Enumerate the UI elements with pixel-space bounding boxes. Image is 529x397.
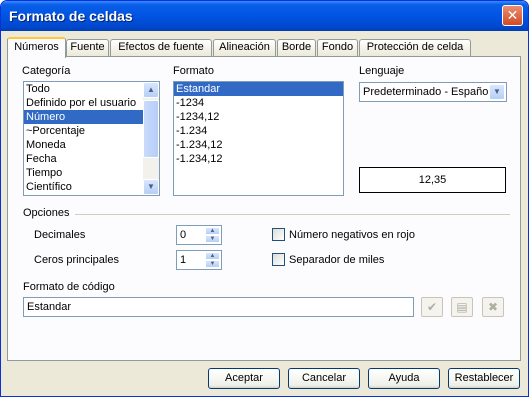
reset-button[interactable]: Restablecer <box>448 368 520 389</box>
tab-label: Fondo <box>321 41 354 53</box>
tab-fondo[interactable]: Fondo <box>317 39 358 56</box>
comment-icon: ▤ <box>456 300 468 314</box>
lenguaje-value: Predeterminado - Español <box>363 86 491 98</box>
close-icon: ✕ <box>506 7 519 23</box>
list-item[interactable]: Científico <box>24 180 159 194</box>
codigo-label: Formato de código <box>23 281 115 293</box>
chevron-down-icon: ▼ <box>209 236 216 242</box>
accept-code-button[interactable]: ✔ <box>421 297 443 317</box>
chevron-up-icon: ▲ <box>209 228 216 234</box>
tab-efectos-de-fuente[interactable]: Efectos de fuente <box>110 39 212 56</box>
list-item[interactable]: -1.234 <box>174 124 343 138</box>
decimales-down-button[interactable]: ▼ <box>205 235 220 243</box>
ok-button[interactable]: Aceptar <box>208 368 280 389</box>
ceros-up-button[interactable]: ▲ <box>205 252 220 260</box>
tab-proteccion-de-celda[interactable]: Protección de celda <box>359 39 471 56</box>
list-item[interactable]: -1.234,12 <box>174 138 343 152</box>
close-button[interactable]: ✕ <box>502 5 523 26</box>
chevron-down-icon: ▼ <box>147 182 155 191</box>
ceros-label: Ceros principales <box>34 254 119 266</box>
numeros-panel: Categoría Todo Definido por el usuario N… <box>7 56 521 361</box>
opciones-separator <box>75 214 510 215</box>
codigo-value: Estandar <box>27 301 72 313</box>
tab-label: Protección de celda <box>366 41 464 53</box>
decimales-stepper[interactable]: 0 ▲ ▼ <box>176 225 222 245</box>
decimales-up-button[interactable]: ▲ <box>205 227 220 235</box>
list-item[interactable]: Estandar <box>174 82 343 96</box>
formato-label: Formato <box>173 65 214 77</box>
cancel-button[interactable]: Cancelar <box>288 368 360 389</box>
window-title: Formato de celdas <box>9 8 133 24</box>
tab-borde[interactable]: Borde <box>277 39 316 56</box>
lenguaje-label: Lenguaje <box>359 65 405 77</box>
ceros-down-button[interactable]: ▼ <box>205 260 220 268</box>
tab-fuente[interactable]: Fuente <box>66 39 109 56</box>
chevron-up-icon: ▲ <box>147 85 155 94</box>
list-item[interactable]: Número <box>24 110 143 124</box>
check-icon: ✔ <box>426 300 438 314</box>
categoria-list[interactable]: Todo Definido por el usuario Número ~Por… <box>23 81 160 196</box>
decimales-label: Decimales <box>34 229 86 241</box>
codigo-input[interactable]: Estandar <box>23 297 414 317</box>
format-preview: 12,35 <box>359 167 506 193</box>
miles-checkbox[interactable] <box>272 253 285 266</box>
scroll-thumb[interactable] <box>143 100 159 158</box>
negativos-label[interactable]: Número negativos en rojo <box>289 229 415 241</box>
list-item[interactable]: Todo <box>24 82 159 96</box>
tab-label: Efectos de fuente <box>118 41 204 53</box>
dialog-window: Formato de celdas ✕ Números Fuente Efect… <box>0 0 529 397</box>
list-item[interactable]: -1234,12 <box>174 110 343 124</box>
negativos-checkbox[interactable] <box>272 228 285 241</box>
tab-numeros[interactable]: Números <box>7 37 66 58</box>
tab-label: Alineación <box>219 41 270 53</box>
ceros-stepper[interactable]: 1 ▲ ▼ <box>176 250 222 270</box>
list-item[interactable]: Definido por el usuario <box>24 96 159 110</box>
categoria-label: Categoría <box>22 65 71 77</box>
scroll-up-button[interactable]: ▲ <box>143 82 159 98</box>
categoria-scrollbar[interactable]: ▲ ▼ <box>143 82 159 195</box>
tab-label: Fuente <box>70 41 105 53</box>
tab-alineacion[interactable]: Alineación <box>213 39 276 56</box>
chevron-up-icon: ▲ <box>209 253 216 259</box>
list-item[interactable]: Fecha <box>24 152 159 166</box>
title-bar[interactable]: Formato de celdas ✕ <box>1 1 528 31</box>
tab-label: Borde <box>281 41 312 53</box>
ceros-value: 1 <box>180 254 187 266</box>
list-item[interactable]: Tiempo <box>24 166 159 180</box>
miles-label[interactable]: Separador de miles <box>289 254 384 266</box>
list-item[interactable]: Moneda <box>24 138 159 152</box>
delete-icon: ✖ <box>487 300 499 314</box>
comment-code-button[interactable]: ▤ <box>451 297 473 317</box>
lenguaje-dropdown-button[interactable]: ▼ <box>489 84 505 100</box>
chevron-down-icon: ▼ <box>209 261 216 267</box>
formato-list[interactable]: Estandar -1234 -1234,12 -1.234 -1.234,12… <box>173 81 344 196</box>
help-button[interactable]: Ayuda <box>368 368 440 389</box>
chevron-down-icon: ▼ <box>493 87 501 96</box>
opciones-label: Opciones <box>23 207 70 219</box>
list-item[interactable]: ~Porcentaje <box>24 124 159 138</box>
scroll-down-button[interactable]: ▼ <box>143 179 159 195</box>
lenguaje-select[interactable]: Predeterminado - Español ▼ <box>359 82 507 102</box>
tab-label: Números <box>14 41 59 53</box>
list-item[interactable]: -1.234,12 <box>174 152 343 166</box>
delete-code-button[interactable]: ✖ <box>482 297 504 317</box>
decimales-value: 0 <box>180 229 187 241</box>
list-item[interactable]: -1234 <box>174 96 343 110</box>
